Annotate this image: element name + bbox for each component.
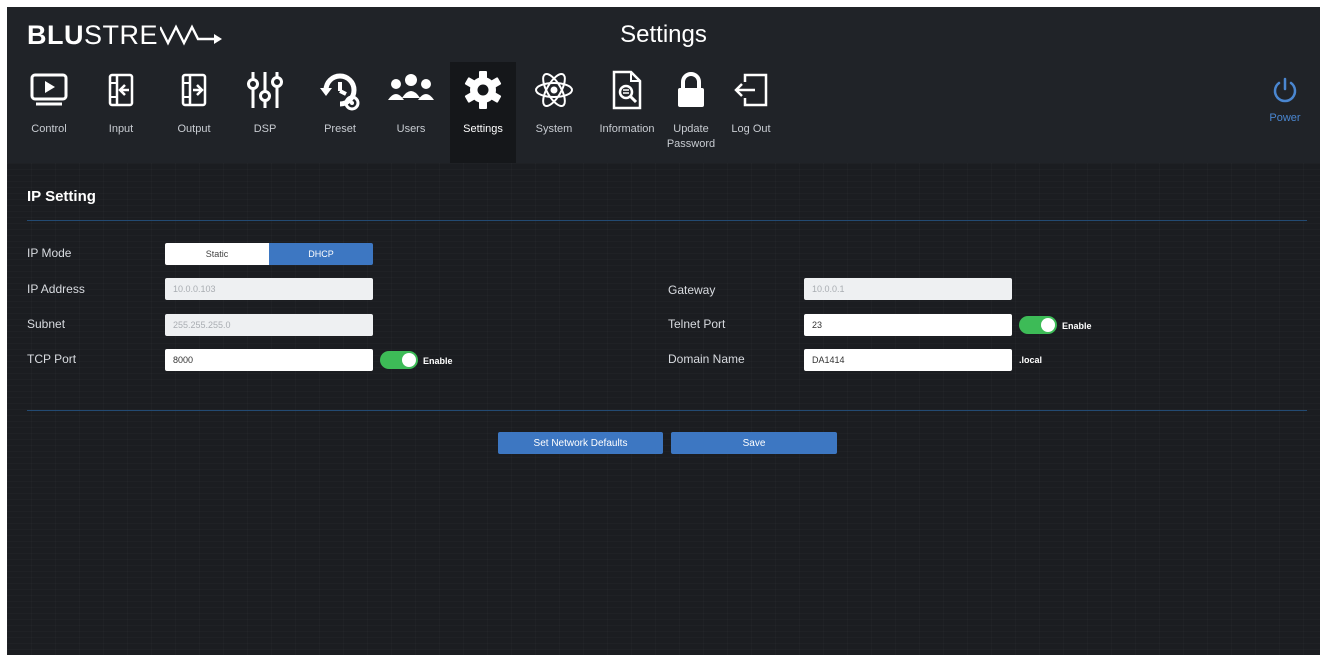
section-divider-bottom [27, 410, 1307, 411]
document-search-icon [611, 62, 643, 118]
domain-suffix-label: .local [1019, 355, 1043, 365]
ip-mode-static-button[interactable]: Static [165, 243, 269, 265]
nav-input-label: Input [108, 123, 134, 135]
nav-system-label: System [535, 123, 573, 135]
nav-dsp-label: DSP [253, 123, 277, 135]
power-button[interactable]: Power [1260, 77, 1310, 124]
subnet-label: Subnet [27, 317, 66, 331]
toggle-knob [402, 353, 416, 367]
power-icon [1273, 77, 1297, 103]
section-divider-top [27, 220, 1307, 221]
nav-preset-label: Preset [324, 123, 356, 135]
power-label: Power [1269, 112, 1301, 124]
gear-icon [463, 62, 503, 118]
tcp-port-enable-toggle[interactable] [380, 351, 418, 369]
nav-log-out-label: Log Out [731, 123, 771, 135]
telnet-port-field[interactable] [804, 314, 1012, 336]
save-button[interactable]: Save [671, 432, 837, 454]
toggle-knob [1041, 318, 1055, 332]
tcp-port-field[interactable] [165, 349, 373, 371]
nav-dsp[interactable]: DSP [239, 62, 291, 163]
output-icon [181, 62, 207, 118]
play-screen-icon [30, 62, 68, 118]
nav-log-out[interactable]: Log Out [727, 62, 775, 163]
telnet-port-enable-toggle[interactable] [1019, 316, 1057, 334]
nav-update-password[interactable]: Update Password [665, 62, 717, 163]
app-window: BLU STRE Settings Control Input Output D… [7, 7, 1320, 655]
domain-name-label: Domain Name [668, 352, 745, 366]
nav-update-password-label: Update Password [666, 123, 716, 150]
ip-mode-label: IP Mode [27, 246, 72, 260]
nav-preset[interactable]: Preset [313, 62, 367, 163]
nav-information-label: Information [599, 123, 655, 135]
input-icon [108, 62, 134, 118]
ip-mode-dhcp-button[interactable]: DHCP [269, 243, 373, 265]
nav-settings[interactable]: Settings [450, 62, 516, 163]
users-icon [387, 62, 435, 118]
nav-settings-label: Settings [463, 123, 503, 135]
page-title: Settings [620, 21, 707, 48]
nav-control[interactable]: Control [25, 62, 73, 163]
nav-control-label: Control [31, 123, 67, 135]
tcp-enable-label: Enable [423, 356, 453, 366]
nav-information[interactable]: Information [595, 62, 659, 163]
history-gear-icon [318, 62, 362, 118]
gateway-field [804, 278, 1012, 300]
nav-input[interactable]: Input [99, 62, 143, 163]
logout-icon [733, 62, 769, 118]
section-title: IP Setting [27, 188, 96, 205]
ip-address-field [165, 278, 373, 300]
set-network-defaults-button[interactable]: Set Network Defaults [498, 432, 663, 454]
nav-output[interactable]: Output [169, 62, 219, 163]
sliders-icon [245, 62, 285, 118]
ip-address-label: IP Address [27, 282, 85, 296]
domain-name-field[interactable] [804, 349, 1012, 371]
telnet-enable-label: Enable [1062, 321, 1092, 331]
top-navigation-bar: BLU STRE Settings Control Input Output D… [7, 7, 1320, 163]
atom-icon [534, 62, 574, 118]
lock-icon [676, 62, 706, 118]
gateway-label: Gateway [668, 283, 716, 297]
nav-users[interactable]: Users [384, 62, 438, 163]
nav-system[interactable]: System [531, 62, 577, 163]
nav-output-label: Output [177, 123, 211, 135]
subnet-field [165, 314, 373, 336]
nav-users-label: Users [396, 123, 426, 135]
tcp-port-label: TCP Port [27, 352, 77, 366]
telnet-port-label: Telnet Port [668, 317, 726, 331]
